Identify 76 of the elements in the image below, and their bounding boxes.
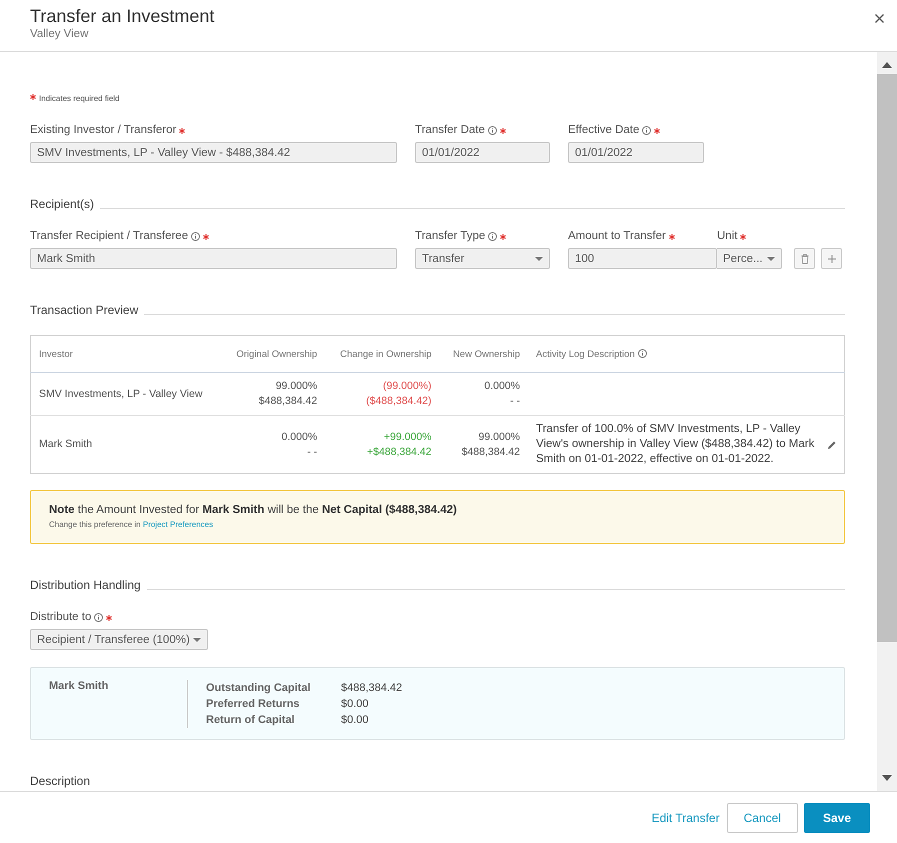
text-field[interactable]: SMV Investments, LP - Valley View - $488,384.42 — [30, 142, 397, 163]
section-title: Distribution Handling — [30, 578, 141, 592]
activity-description: Transfer of 100.0% of SMV Investments, LP - Valley View's ownership in Valley View ($488,384.42) to Mark Smith on 01-01-2022, effective on 01-01-2022. — [536, 422, 816, 467]
summary-label: Outstanding Capital — [206, 681, 312, 696]
investor-name: SMV Investments, LP - Valley View — [39, 388, 202, 400]
field-label: Transfer Recipient / Transferee — [30, 230, 188, 242]
column-header: Original Ownership — [236, 348, 318, 360]
column-header: Change in Ownership — [340, 348, 432, 360]
column-header: New Ownership — [452, 348, 520, 360]
caret-icon — [535, 256, 543, 260]
summary-label: Return of Capital — [206, 713, 296, 728]
field-label: Transfer Type — [415, 230, 486, 242]
scrollbar[interactable] — [877, 52, 897, 791]
ownership-percent: 0.000% — [280, 430, 318, 444]
select-field[interactable]: Transfer — [415, 248, 550, 269]
up-arrow-icon[interactable] — [882, 62, 892, 68]
close-icon[interactable] — [875, 14, 884, 23]
field-label: Unit — [717, 230, 738, 242]
pencil-icon[interactable] — [828, 440, 836, 448]
summary-label: Preferred Returns — [206, 697, 301, 712]
section-title: Description — [30, 774, 92, 788]
text-field[interactable]: 01/01/2022 — [568, 142, 704, 163]
change-percent: (99.000%) — [382, 379, 432, 394]
scrollbar-thumb[interactable] — [877, 74, 897, 642]
text-field[interactable]: Mark Smith — [30, 248, 397, 269]
summary-value: $0.00 — [341, 697, 370, 712]
info-icon[interactable] — [642, 126, 652, 134]
text-field[interactable]: 100 — [568, 248, 717, 269]
dialog-subtitle: Valley View — [30, 28, 90, 40]
trash-icon — [800, 254, 808, 264]
summary-value: $488,384.42 — [341, 681, 402, 696]
select-field[interactable]: Recipient / Transferee (100%) — [30, 629, 208, 650]
info-icon[interactable] — [191, 232, 200, 240]
change-amount: ($488,384.42) — [365, 394, 432, 409]
ownership-amount: - - — [306, 444, 318, 460]
info-icon[interactable] — [94, 612, 104, 622]
info-icon[interactable] — [488, 232, 498, 240]
field-label: Existing Investor / Transferor — [30, 124, 176, 136]
change-amount: +$488,384.42 — [366, 444, 432, 460]
caret-icon — [767, 256, 775, 260]
section-title: Transaction Preview — [30, 303, 138, 317]
delete-button[interactable] — [794, 248, 815, 269]
summary-value: $0.00 — [341, 713, 370, 728]
ownership-percent: 99.000% — [478, 430, 520, 444]
down-arrow-icon[interactable] — [882, 775, 892, 781]
ownership-amount: - - — [509, 394, 520, 409]
column-header: Activity Log Description — [536, 348, 635, 360]
add-button[interactable] — [821, 248, 842, 269]
preferences-link[interactable]: Project Preferences — [142, 520, 214, 529]
ownership-amount: $488,384.42 — [258, 394, 318, 409]
save-button[interactable]: Save — [804, 802, 870, 832]
note-text: Note the Amount Invested for Mark Smith will be the Net Capital ($488,384.42) — [49, 504, 458, 516]
section-title: Recipient(s) — [30, 197, 94, 211]
change-percent: +99.000% — [382, 430, 432, 444]
column-header: Investor — [39, 348, 73, 360]
caret-icon — [193, 638, 201, 642]
cancel-button[interactable]: Cancel — [726, 802, 798, 832]
field-label: Effective Date — [568, 124, 640, 136]
field-label: Distribute to — [30, 611, 92, 623]
investor-name: Mark Smith — [39, 438, 92, 450]
recipient-name: Mark Smith — [49, 680, 110, 694]
edit-transfer-link[interactable]: Edit Transfer — [652, 810, 720, 824]
info-icon[interactable] — [638, 348, 647, 358]
required-note: Indicates required field — [39, 94, 120, 103]
info-icon[interactable] — [488, 126, 497, 134]
ownership-percent: 0.000% — [483, 379, 520, 394]
field-label: Amount to Transfer — [568, 230, 666, 242]
text-field[interactable]: 01/01/2022 — [415, 142, 550, 163]
note-hint: Change this preference in — [49, 520, 141, 529]
plus-icon — [828, 254, 836, 262]
dialog-title: Transfer an Investment — [30, 6, 214, 27]
ownership-amount: $488,384.42 — [460, 444, 520, 460]
required-icon — [30, 94, 36, 100]
field-label: Transfer Date — [415, 124, 485, 136]
select-field[interactable]: Perce... — [717, 248, 782, 269]
ownership-percent: 99.000% — [274, 379, 318, 394]
